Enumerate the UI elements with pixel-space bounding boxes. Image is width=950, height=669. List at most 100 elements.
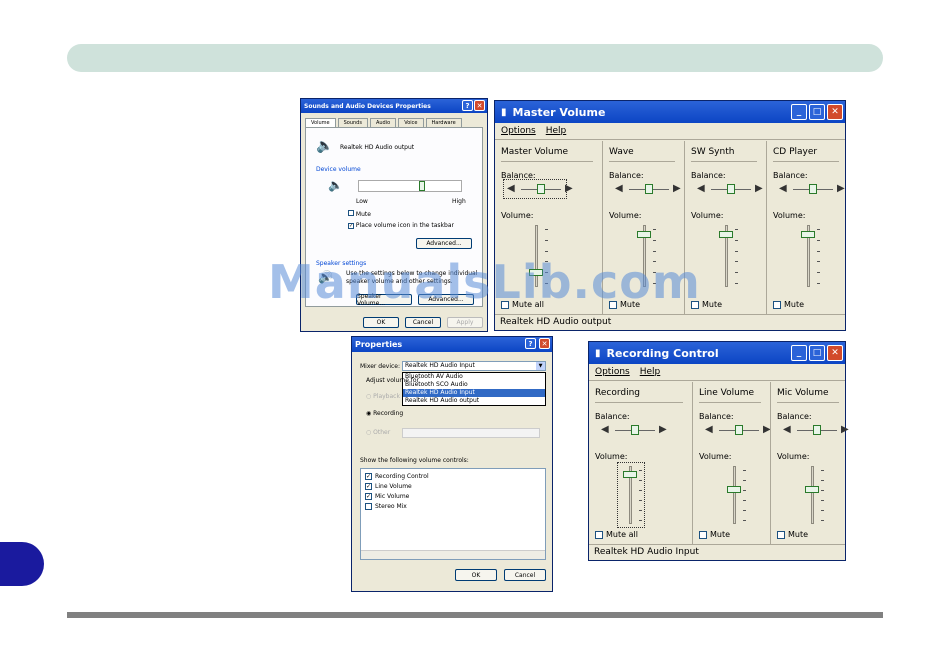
mute-label: Mute all [606,530,638,539]
balance-knob[interactable] [809,184,817,194]
control-row[interactable]: Stereo Mix [365,503,407,510]
balance-knob[interactable] [727,184,735,194]
playback-radio[interactable]: ○ Playback [366,393,400,400]
balance-knob[interactable] [645,184,653,194]
tick-mark [821,520,824,521]
column-separator [692,382,693,544]
column-separator [770,382,771,544]
dropdown-option[interactable]: Bluetooth AV Audio [403,373,545,381]
volume-knob[interactable] [637,230,651,238]
mixer-device-select[interactable]: Realtek HD Audio Input ▼ [402,361,546,371]
recording-menu-bar: Options Help [589,364,845,381]
device-volume-knob[interactable] [418,181,425,191]
control-row[interactable]: ✓ Line Volume [365,483,412,490]
control-checkbox[interactable]: ✓ [365,493,372,500]
control-row[interactable]: ✓ Recording Control [365,473,429,480]
help-icon[interactable]: ? [462,100,473,111]
controls-list: ✓ Recording Control ✓ Line Volume ✓ Mic Volum… [360,468,546,560]
mixer-column: Mic Volume Balance: ◀ ▶ Volume: Mute [771,382,849,560]
volume-label: Volume: [773,211,806,220]
volume-knob[interactable] [719,230,733,238]
control-checkbox[interactable] [365,503,372,510]
checkbox-box[interactable] [773,300,781,309]
speaker-left-icon: ◀ [779,183,787,194]
recording-titlebar: ▮ Recording Control _ □ ✕ [589,342,845,364]
column-title: Wave [609,147,634,157]
mute-checkbox[interactable]: Mute [699,530,730,539]
mute-label: Mute [710,530,731,539]
menu-options[interactable]: Options [501,126,536,136]
close-icon[interactable]: ✕ [539,338,550,349]
volume-knob[interactable] [801,230,815,238]
tick-mark [743,520,746,521]
sound-dialog-title: Sounds and Audio Devices Properties [304,102,431,110]
menu-help[interactable]: Help [546,126,567,136]
checkbox-box[interactable] [595,530,603,539]
close-icon[interactable]: ✕ [827,104,843,120]
speaker-left-icon: ◀ [615,183,623,194]
speaker-right-icon: ▶ [841,424,849,435]
control-checkbox[interactable]: ✓ [365,483,372,490]
maximize-icon[interactable]: □ [809,104,825,120]
taskbar-label: Place volume icon in the taskbar [355,222,454,229]
tick-mark [735,239,738,241]
checkbox-box[interactable] [777,530,785,539]
balance-knob[interactable] [631,425,639,435]
control-label: Line Volume [375,483,412,490]
cancel-button[interactable]: Cancel [504,569,546,581]
taskbar-checkbox[interactable]: ✓ Place volume icon in the taskbar [348,222,454,229]
mixer-device-label: Mixer device: [360,363,401,370]
chevron-down-icon[interactable]: ▼ [536,362,545,370]
column-divider [691,161,757,162]
checkbox-box[interactable] [699,530,707,539]
mute-checkbox[interactable]: Mute [348,210,371,218]
mute-checkbox[interactable]: Mute all [595,530,638,539]
balance-label: Balance: [609,171,644,180]
volume-label: Volume: [777,452,810,461]
minimize-icon[interactable]: _ [791,104,807,120]
control-label: Mic Volume [375,493,410,500]
device-volume-label: Device volume [316,166,361,173]
menu-options[interactable]: Options [595,367,630,377]
mute-checkbox[interactable]: Mute [773,300,804,309]
device-volume-slider[interactable] [358,180,462,192]
mixer-column: Recording Balance: ◀ ▶ Volume: Mute all [589,382,693,560]
ok-button[interactable]: OK [363,317,399,328]
horizontal-scrollbar[interactable] [361,550,545,559]
mute-checkbox[interactable]: Mute [777,530,808,539]
dropdown-option[interactable]: Bluetooth SCO Audio [403,381,545,389]
balance-knob[interactable] [813,425,821,435]
speaker-left-icon: ◀ [783,424,791,435]
recording-radio[interactable]: ◉ Recording [366,410,403,417]
volume-track[interactable] [811,466,814,524]
help-icon[interactable]: ? [525,338,536,349]
ok-button[interactable]: OK [455,569,497,581]
minimize-icon[interactable]: _ [791,345,807,361]
properties-title: Properties [355,340,403,349]
dropdown-option[interactable]: Realtek HD Audio Input [403,389,545,397]
control-row[interactable]: ✓ Mic Volume [365,493,409,500]
control-checkbox[interactable]: ✓ [365,473,372,480]
volume-knob[interactable] [727,486,741,494]
mixer-column: Line Volume Balance: ◀ ▶ Volume: Mute [693,382,771,560]
close-icon[interactable]: ✕ [827,345,843,361]
maximize-icon[interactable]: □ [809,345,825,361]
recording-status-bar: Realtek HD Audio Input [589,544,845,560]
column-title: CD Player [773,147,818,157]
advanced-button[interactable]: Advanced... [416,238,472,249]
other-select[interactable] [402,428,540,438]
close-icon[interactable]: ✕ [474,100,485,111]
dropdown-option[interactable]: Realtek HD Audio output [403,397,545,405]
volume-track[interactable] [733,466,736,524]
apply-button[interactable]: Apply [447,317,483,328]
menu-help[interactable]: Help [640,367,661,377]
other-radio[interactable]: ○ Other [366,429,390,436]
mixer-device-value: Realtek HD Audio Input [405,362,475,369]
cancel-button[interactable]: Cancel [405,317,441,328]
tick-mark [817,272,820,274]
tick-mark [821,490,824,491]
watermark: ManualsLib.com [268,255,701,309]
column-divider [609,161,675,162]
balance-knob[interactable] [735,425,743,435]
volume-knob[interactable] [805,486,819,494]
